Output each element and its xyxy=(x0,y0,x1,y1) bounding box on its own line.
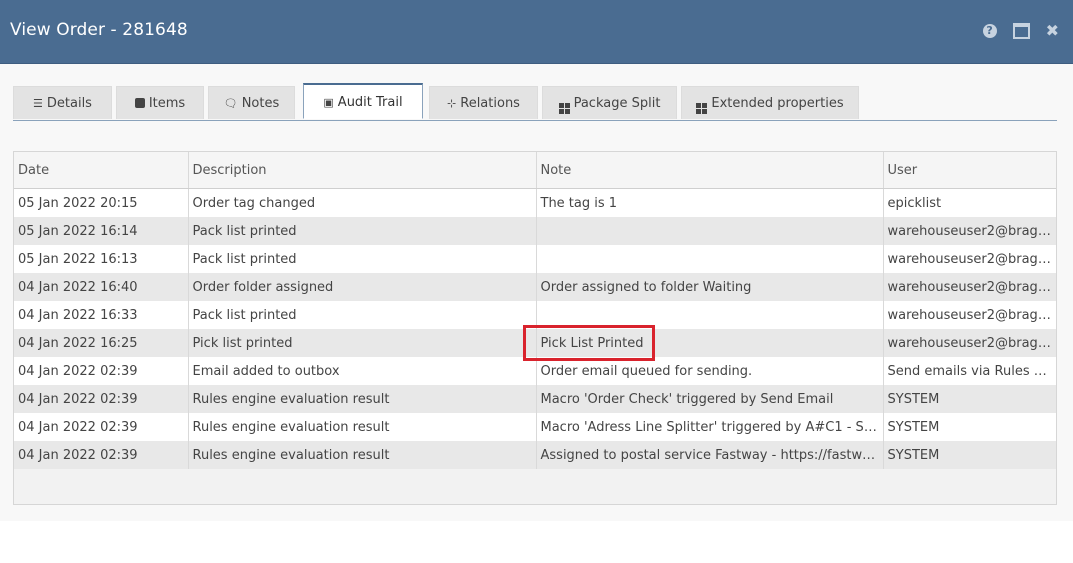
help-icon[interactable]: ? xyxy=(982,24,997,38)
cell-description: Pack list printed xyxy=(188,301,537,329)
table-row[interactable]: 04 Jan 2022 16:40 Order folder assigned … xyxy=(14,273,1056,301)
tab-items[interactable]: Items xyxy=(116,86,204,119)
cell-note: The tag is 1 xyxy=(536,188,884,217)
cell-date: 05 Jan 2022 16:14 xyxy=(14,217,189,245)
column-header-date[interactable]: Date xyxy=(14,152,189,189)
table-row[interactable]: 05 Jan 2022 16:13 Pack list printed ware… xyxy=(14,245,1056,273)
cell-user: Send emails via Rules En… xyxy=(883,357,1056,385)
table-header-row: Date Description Note User xyxy=(14,152,1056,189)
grid-icon xyxy=(558,103,570,114)
window-controls: ? ✖ xyxy=(982,23,1059,39)
cell-note: Macro 'Order Check' triggered by Send Em… xyxy=(536,385,884,413)
cell-date: 04 Jan 2022 02:39 xyxy=(14,357,189,385)
tab-audit-trail[interactable]: ▣ Audit Trail xyxy=(303,83,423,119)
table-row[interactable]: 05 Jan 2022 20:15 Order tag changed The … xyxy=(14,188,1056,217)
cell-date: 04 Jan 2022 02:39 xyxy=(14,385,189,413)
tab-label: Extended properties xyxy=(711,96,844,111)
maximize-icon[interactable] xyxy=(1012,23,1030,39)
close-icon[interactable]: ✖ xyxy=(1046,23,1059,39)
cell-note: Pick List Printed xyxy=(536,329,884,357)
list-icon: ☰ xyxy=(33,97,43,110)
cell-description: Rules engine evaluation result xyxy=(188,441,537,469)
tab-label: Notes xyxy=(241,96,280,111)
title-bar: View Order - 281648 ? ✖ xyxy=(0,0,1073,64)
tab-relations[interactable]: ⊹ Relations xyxy=(429,86,538,119)
tab-label: Package Split xyxy=(573,96,661,111)
cell-description: Rules engine evaluation result xyxy=(188,413,537,441)
cell-description: Rules engine evaluation result xyxy=(188,385,537,413)
audit-table: Date Description Note User 05 Jan 2022 2… xyxy=(14,152,1056,469)
cell-user: warehouseuser2@braga… xyxy=(883,217,1056,245)
table-row[interactable]: 04 Jan 2022 16:25 Pick list printed Pick… xyxy=(14,329,1056,357)
tab-label: Details xyxy=(46,96,92,111)
table-row[interactable]: 04 Jan 2022 02:39 Rules engine evaluatio… xyxy=(14,385,1056,413)
cell-description: Pick list printed xyxy=(188,329,537,357)
tab-package-split[interactable]: Package Split xyxy=(542,86,677,119)
tab-details[interactable]: ☰ Details xyxy=(13,86,112,119)
cell-date: 04 Jan 2022 16:25 xyxy=(14,329,189,357)
tab-label: Audit Trail xyxy=(337,95,403,110)
table-row[interactable]: 04 Jan 2022 02:39 Rules engine evaluatio… xyxy=(14,413,1056,441)
cell-user: warehouseuser2@braga… xyxy=(883,301,1056,329)
cell-description: Pack list printed xyxy=(188,245,537,273)
tab-label: Items xyxy=(148,96,186,111)
cell-description: Email added to outbox xyxy=(188,357,537,385)
audit-trail-grid: Date Description Note User 05 Jan 2022 2… xyxy=(13,151,1057,505)
cell-user: warehouseuser2@braga… xyxy=(883,245,1056,273)
cell-note: Order email queued for sending. xyxy=(536,357,884,385)
cell-description: Pack list printed xyxy=(188,217,537,245)
table-row[interactable]: 04 Jan 2022 02:39 Email added to outbox … xyxy=(14,357,1056,385)
window-title: View Order - 281648 xyxy=(10,20,188,40)
cell-date: 05 Jan 2022 20:15 xyxy=(14,188,189,217)
tab-label: Relations xyxy=(460,96,520,111)
cell-date: 04 Jan 2022 16:33 xyxy=(14,301,189,329)
tab-bar: ☰ Details Items 🗨 Notes ▣ Audit Trail ⊹ Rela… xyxy=(13,83,1057,121)
column-header-description[interactable]: Description xyxy=(188,152,537,189)
column-header-note[interactable]: Note xyxy=(536,152,884,189)
cell-user: SYSTEM xyxy=(883,413,1056,441)
cell-user: epicklist xyxy=(883,188,1056,217)
cell-description: Order folder assigned xyxy=(188,273,537,301)
cell-date: 04 Jan 2022 02:39 xyxy=(14,413,189,441)
archive-icon: ▣ xyxy=(323,96,334,109)
grid-icon xyxy=(696,103,708,114)
cell-user: SYSTEM xyxy=(883,385,1056,413)
cell-user: warehouseuser2@braga… xyxy=(883,273,1056,301)
comments-icon: 🗨 xyxy=(223,97,238,110)
cell-note xyxy=(536,301,884,329)
cell-date: 04 Jan 2022 02:39 xyxy=(14,441,189,469)
tab-extended-properties[interactable]: Extended properties xyxy=(681,86,859,119)
sitemap-icon: ⊹ xyxy=(447,97,457,110)
cell-note: Macro 'Adress Line Splitter' triggered b… xyxy=(536,413,884,441)
dialog-content: ☰ Details Items 🗨 Notes ▣ Audit Trail ⊹ Rela… xyxy=(0,64,1073,521)
cell-date: 04 Jan 2022 16:40 xyxy=(14,273,189,301)
cell-date: 05 Jan 2022 16:13 xyxy=(14,245,189,273)
cell-user: SYSTEM xyxy=(883,441,1056,469)
table-row[interactable]: 04 Jan 2022 16:33 Pack list printed ware… xyxy=(14,301,1056,329)
cell-description: Order tag changed xyxy=(188,188,537,217)
square-icon xyxy=(134,98,145,108)
table-row[interactable]: 04 Jan 2022 02:39 Rules engine evaluatio… xyxy=(14,441,1056,469)
cell-note xyxy=(536,217,884,245)
cell-note: Order assigned to folder Waiting xyxy=(536,273,884,301)
cell-note: Assigned to postal service Fastway - htt… xyxy=(536,441,884,469)
table-row[interactable]: 05 Jan 2022 16:14 Pack list printed ware… xyxy=(14,217,1056,245)
column-header-user[interactable]: User xyxy=(883,152,1056,189)
cell-note xyxy=(536,245,884,273)
cell-user: warehouseuser2@braga… xyxy=(883,329,1056,357)
tab-notes[interactable]: 🗨 Notes xyxy=(208,86,295,119)
